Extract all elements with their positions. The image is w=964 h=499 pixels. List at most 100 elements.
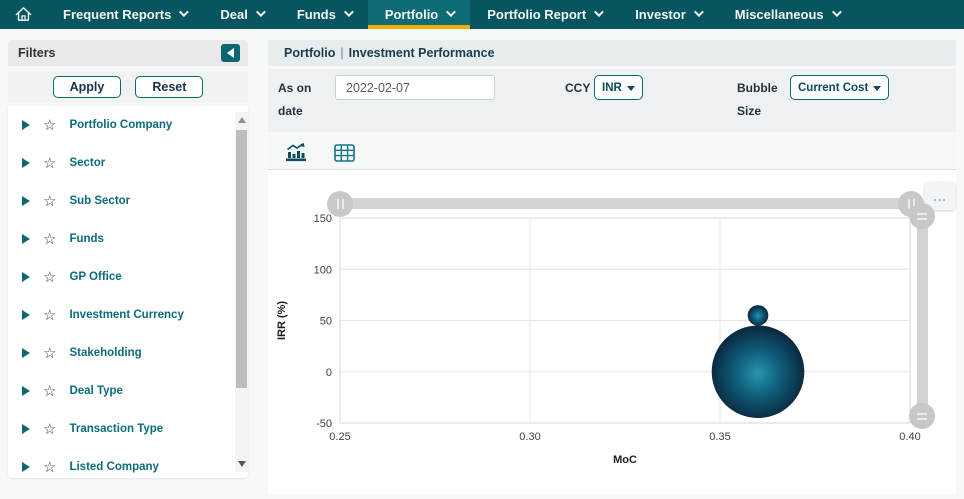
slider-grip-icon bbox=[917, 218, 927, 220]
nav-item-deal[interactable]: Deal bbox=[203, 0, 279, 29]
star-icon[interactable]: ☆ bbox=[43, 156, 56, 171]
nav-item-label: Portfolio bbox=[385, 7, 438, 22]
as-on-date-input[interactable] bbox=[335, 75, 495, 100]
filter-item-label: Investment Currency bbox=[69, 309, 183, 321]
nav-item-miscellaneous[interactable]: Miscellaneous bbox=[718, 0, 856, 29]
star-icon[interactable]: ☆ bbox=[43, 346, 56, 361]
slider-grip-icon bbox=[342, 199, 344, 209]
star-icon[interactable]: ☆ bbox=[43, 118, 56, 133]
nav-item-label: Deal bbox=[220, 7, 247, 22]
scrollbar-thumb[interactable] bbox=[236, 130, 247, 388]
collapse-sidebar-button[interactable] bbox=[221, 44, 240, 62]
star-icon[interactable]: ☆ bbox=[43, 460, 56, 475]
expand-icon[interactable] bbox=[22, 386, 30, 396]
bubble-chart-panel: ... 150100500-500.250.300.350.40IRR (%)M… bbox=[268, 170, 956, 494]
chevron-down-icon bbox=[179, 7, 189, 17]
page-title: Investment Performance bbox=[349, 46, 495, 60]
y-tick-label: 100 bbox=[314, 264, 332, 276]
star-icon[interactable]: ☆ bbox=[43, 194, 56, 209]
expand-icon[interactable] bbox=[22, 158, 30, 168]
chevron-down-icon bbox=[344, 7, 354, 17]
main-content: Portfolio | Investment Performance As on… bbox=[268, 40, 956, 494]
x-range-slider-handle-min[interactable] bbox=[327, 191, 353, 217]
home-button[interactable] bbox=[0, 0, 46, 29]
nav-item-portfolio-report[interactable]: Portfolio Report bbox=[470, 0, 618, 29]
bubble[interactable] bbox=[712, 326, 804, 418]
star-icon[interactable]: ☆ bbox=[43, 232, 56, 247]
filter-item-label: Sub Sector bbox=[69, 195, 130, 207]
reset-button[interactable]: Reset bbox=[135, 76, 203, 98]
y-tick-label: 0 bbox=[326, 367, 332, 379]
bubble-size-value: Current Cost bbox=[798, 82, 868, 94]
bubble[interactable] bbox=[748, 305, 768, 325]
filter-item-funds[interactable]: ☆ Funds bbox=[8, 220, 248, 258]
table-view-button[interactable] bbox=[333, 142, 355, 164]
nav-item-label: Funds bbox=[297, 7, 336, 22]
y-range-slider-handle-max[interactable] bbox=[909, 203, 935, 229]
bubble-size-label: Bubble Size bbox=[737, 77, 783, 123]
filter-item-stakeholding[interactable]: ☆ Stakeholding bbox=[8, 334, 248, 372]
x-tick-label: 0.40 bbox=[899, 431, 920, 443]
slider-grip-icon bbox=[908, 199, 910, 209]
filter-item-label: Listed Company bbox=[69, 461, 158, 473]
x-range-slider-track[interactable] bbox=[335, 198, 916, 209]
y-range-slider-handle-min[interactable] bbox=[909, 403, 935, 429]
bar-chart-icon bbox=[285, 142, 307, 164]
y-range-slider-track[interactable] bbox=[917, 204, 928, 429]
star-icon[interactable]: ☆ bbox=[43, 308, 56, 323]
slider-grip-icon bbox=[917, 418, 927, 420]
filter-item-label: Funds bbox=[69, 233, 104, 245]
filter-item-sub-sector[interactable]: ☆ Sub Sector bbox=[8, 182, 248, 220]
y-tick-label: -50 bbox=[316, 418, 332, 430]
nav-item-funds[interactable]: Funds bbox=[280, 0, 368, 29]
filter-item-investment-currency[interactable]: ☆ Investment Currency bbox=[8, 296, 248, 334]
nav-item-label: Portfolio Report bbox=[487, 7, 586, 22]
breadcrumb-separator: | bbox=[340, 46, 343, 60]
chart-view-button[interactable] bbox=[285, 142, 307, 164]
filter-item-label: Stakeholding bbox=[69, 347, 141, 359]
star-icon[interactable]: ☆ bbox=[43, 384, 56, 399]
nav-item-portfolio[interactable]: Portfolio bbox=[368, 0, 470, 29]
breadcrumb: Portfolio | Investment Performance bbox=[268, 40, 956, 66]
home-icon bbox=[14, 5, 33, 24]
filter-item-label: Transaction Type bbox=[69, 423, 163, 435]
expand-icon[interactable] bbox=[22, 424, 30, 434]
nav-item-investor[interactable]: Investor bbox=[618, 0, 718, 29]
filter-actions: Apply Reset bbox=[8, 72, 248, 102]
bubble-size-dropdown[interactable]: Current Cost bbox=[790, 75, 889, 100]
scroll-down-icon[interactable] bbox=[238, 461, 246, 467]
expand-icon[interactable] bbox=[22, 272, 30, 282]
table-icon bbox=[334, 144, 355, 162]
star-icon[interactable]: ☆ bbox=[43, 270, 56, 285]
x-tick-label: 0.25 bbox=[329, 431, 350, 443]
filter-item-portfolio-company[interactable]: ☆ Portfolio Company bbox=[8, 106, 248, 144]
expand-icon[interactable] bbox=[22, 234, 30, 244]
filter-list-scrollbar[interactable] bbox=[235, 112, 248, 472]
view-toolbar bbox=[268, 136, 956, 170]
y-axis-title: IRR (%) bbox=[276, 301, 288, 340]
ccy-label: CCY bbox=[565, 77, 590, 100]
nav-item-frequent-reports[interactable]: Frequent Reports bbox=[46, 0, 203, 29]
star-icon[interactable]: ☆ bbox=[43, 422, 56, 437]
expand-icon[interactable] bbox=[22, 310, 30, 320]
filter-item-gp-office[interactable]: ☆GP Office bbox=[8, 258, 248, 296]
scroll-up-icon[interactable] bbox=[238, 117, 246, 123]
nav-item-label: Miscellaneous bbox=[735, 7, 824, 22]
apply-button[interactable]: Apply bbox=[53, 76, 122, 98]
x-axis-title: MoC bbox=[613, 454, 637, 466]
filter-item-transaction-type[interactable]: ☆ Transaction Type bbox=[8, 410, 248, 448]
dropdown-caret-icon bbox=[873, 86, 881, 91]
expand-icon[interactable] bbox=[22, 462, 30, 472]
filter-item-listed-company[interactable]: ☆ Listed Company bbox=[8, 448, 248, 478]
filter-item-deal-type[interactable]: ☆Deal Type bbox=[8, 372, 248, 410]
expand-icon[interactable] bbox=[22, 120, 30, 130]
nav-item-label: Frequent Reports bbox=[63, 7, 171, 22]
expand-icon[interactable] bbox=[22, 348, 30, 358]
filter-item-label: Portfolio Company bbox=[69, 119, 172, 131]
as-on-date-label: As on date bbox=[278, 77, 324, 123]
top-nav: Frequent Reports Deal Funds Portfolio Po… bbox=[0, 0, 964, 29]
ccy-dropdown[interactable]: INR bbox=[594, 75, 643, 100]
filter-item-sector[interactable]: ☆Sector bbox=[8, 144, 248, 182]
expand-icon[interactable] bbox=[22, 196, 30, 206]
filters-sidebar: Filters Apply Reset ☆Portfolio Company☆S… bbox=[8, 40, 248, 478]
